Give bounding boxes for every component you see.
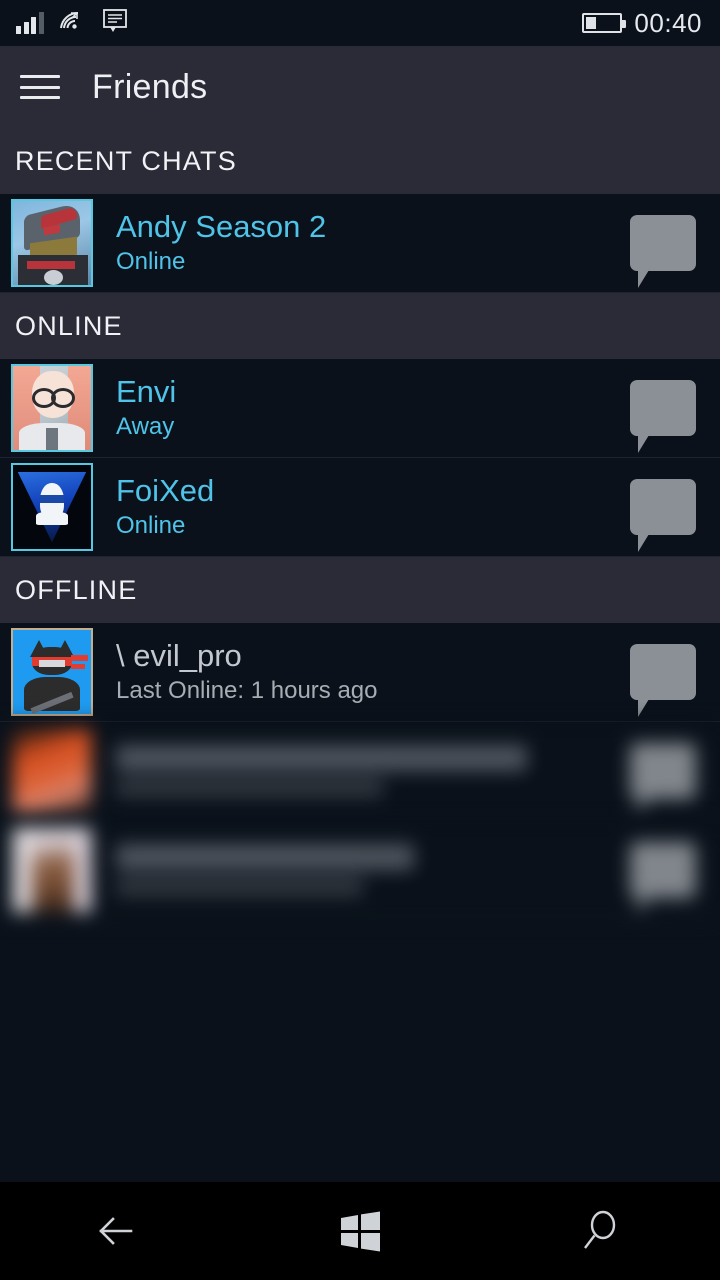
friend-row-text: FoiXed Online: [116, 473, 630, 542]
sms-icon: [102, 8, 128, 39]
friend-row[interactable]: \ evil_pro Last Online: 1 hours ago: [0, 623, 720, 722]
page-title: Friends: [92, 67, 208, 106]
chat-bubble-icon[interactable]: [630, 743, 696, 816]
chat-bubble-icon[interactable]: [630, 644, 696, 717]
chat-bubble-icon[interactable]: [630, 380, 696, 453]
phone-screen: 00:40 Friends RECENT CHATS Andy Season 2 O…: [0, 0, 720, 1280]
status-bar-right: 00:40: [582, 8, 702, 39]
friend-status: Online: [116, 248, 186, 276]
hamburger-menu-icon[interactable]: [20, 72, 60, 102]
section-header-label: ONLINE: [15, 310, 123, 341]
friend-row-text: Andy Season 2 Online: [116, 209, 630, 278]
censored-portrait-avatar[interactable]: [11, 826, 93, 914]
censored-orange-avatar[interactable]: [11, 727, 93, 815]
friend-row-text: [116, 745, 630, 797]
anime-girl-avatar[interactable]: [11, 364, 93, 452]
section-header-offline: OFFLINE: [0, 557, 720, 623]
friend-row-text: Envi Away: [116, 374, 630, 443]
status-bar-left: [16, 8, 128, 39]
wifi-data-icon: [58, 9, 88, 38]
section-header-online: ONLINE: [0, 293, 720, 359]
friend-row-text: [116, 844, 630, 896]
friend-name-censored: [116, 745, 528, 771]
battery-icon: [582, 13, 627, 33]
system-navigation-bar: [0, 1182, 720, 1280]
windows-start-icon[interactable]: [300, 1182, 420, 1280]
friend-row[interactable]: Envi Away: [0, 359, 720, 458]
friend-name: Andy Season 2: [116, 208, 327, 244]
chat-bubble-icon[interactable]: [630, 842, 696, 915]
friend-name: Envi: [116, 373, 177, 409]
status-bar: 00:40: [0, 0, 720, 46]
friend-status-censored: [116, 779, 384, 797]
friend-status: Last Online: 1 hours ago: [116, 677, 378, 705]
section-header-label: OFFLINE: [15, 574, 138, 605]
status-bar-clock: 00:40: [634, 7, 702, 38]
app-bar: Friends: [0, 46, 720, 128]
chat-bubble-icon[interactable]: [630, 215, 696, 288]
friend-name-censored: [116, 844, 415, 870]
friend-status: Away: [116, 413, 175, 441]
friend-row[interactable]: Andy Season 2 Online: [0, 194, 720, 293]
friend-row[interactable]: [0, 722, 720, 821]
section-header-label: RECENT CHATS: [15, 145, 237, 176]
blue-triangle-logo-avatar[interactable]: [11, 463, 93, 551]
section-header-recent-chats: RECENT CHATS: [0, 128, 720, 194]
friend-status: Online: [116, 512, 186, 540]
friends-list[interactable]: RECENT CHATS Andy Season 2 Online ONLINE Env…: [0, 128, 720, 1182]
friend-row[interactable]: FoiXed Online: [0, 458, 720, 557]
mecha-avatar[interactable]: [11, 199, 93, 287]
search-icon[interactable]: [540, 1182, 660, 1280]
chat-bubble-icon[interactable]: [630, 479, 696, 552]
friend-name: \ evil_pro: [116, 637, 242, 673]
back-arrow-icon[interactable]: [60, 1182, 180, 1280]
friend-row[interactable]: [0, 821, 720, 920]
friend-row-text: \ evil_pro Last Online: 1 hours ago: [116, 638, 630, 707]
signal-bars-icon: [16, 12, 44, 34]
ninja-cat-avatar[interactable]: [11, 628, 93, 716]
friend-name: FoiXed: [116, 472, 215, 508]
friend-status-censored: [116, 878, 363, 896]
